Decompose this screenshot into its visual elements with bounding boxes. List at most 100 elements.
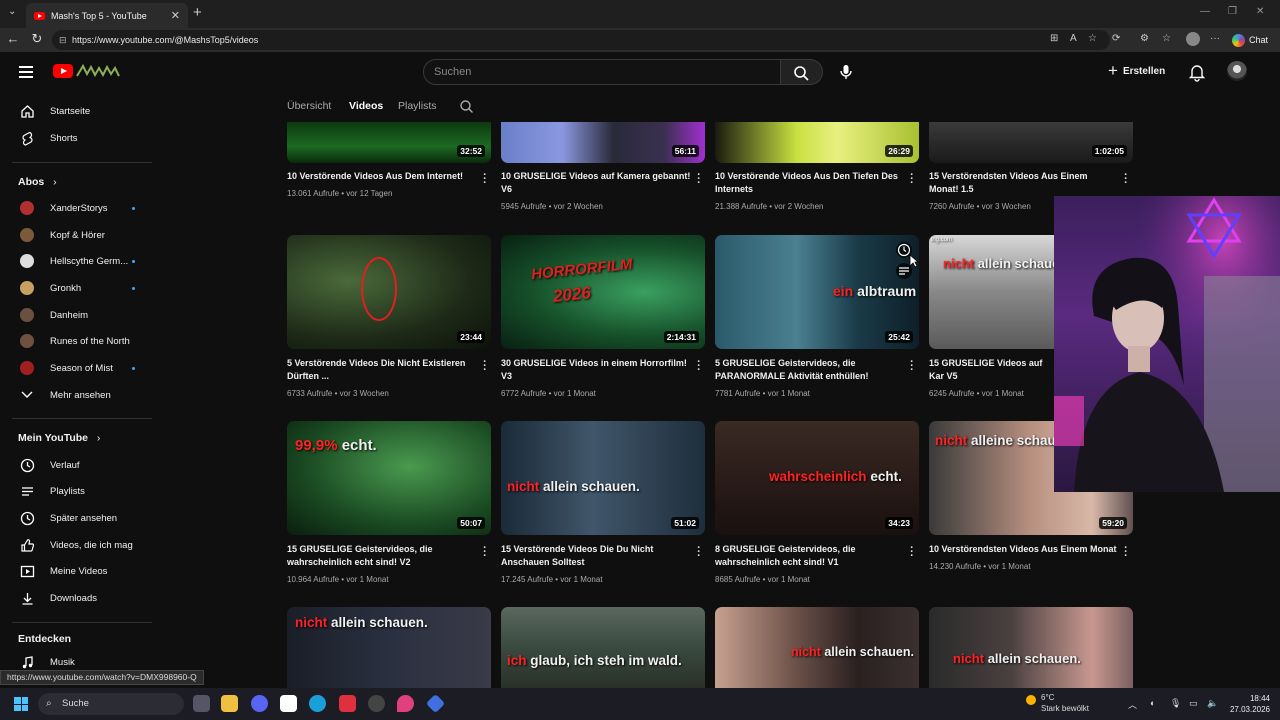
capcut-icon[interactable] — [280, 695, 297, 712]
video-thumbnail[interactable]: nicht allein schauen. 51:02 — [501, 421, 705, 535]
video-title[interactable]: 8 GRUSELIGE Geistervideos, die wahrschei… — [715, 543, 905, 569]
tab-overview[interactable]: Übersicht — [287, 100, 331, 112]
voice-search-button[interactable] — [833, 59, 859, 85]
video-title[interactable]: 15 GRUSELIGE Geistervideos, die wahrsche… — [287, 543, 477, 569]
taskbar-clock[interactable]: 18:44 27.03.2026 — [1226, 693, 1270, 715]
site-info-icon[interactable]: ⊟ — [59, 30, 67, 50]
tab-actions-chevron-icon[interactable]: ⌄ — [8, 6, 16, 17]
extensions-icon[interactable]: ⚙ — [1140, 33, 1149, 44]
tray-chevron-up-icon[interactable]: ︿ — [1128, 698, 1137, 711]
video-title[interactable]: 5 Verstörende Videos Die Nicht Existiere… — [287, 357, 477, 383]
reload-icon[interactable]: ↻ — [28, 31, 46, 47]
close-window-icon[interactable]: ✕ — [1256, 6, 1264, 17]
tray-app-icon[interactable]: ◐ — [1150, 698, 1155, 708]
video-thumbnail[interactable]: 23:44 — [287, 235, 491, 349]
search-button[interactable] — [781, 59, 823, 85]
video-title[interactable]: 10 Verstörendsten Videos Aus Einem Monat — [929, 543, 1119, 556]
sidebar-sub-hellscythe[interactable]: Hellscythe Germ... — [0, 248, 155, 274]
sidebar-sub-runes-of-the-north[interactable]: Runes of the North — [0, 328, 155, 354]
maximize-icon[interactable]: ❐ — [1228, 6, 1237, 17]
browser-tab-active[interactable]: Mash's Top 5 - YouTube ✕ — [26, 3, 188, 28]
new-tab-icon[interactable]: + — [193, 4, 202, 21]
search-input[interactable]: Suchen — [423, 59, 781, 85]
account-avatar[interactable] — [1227, 61, 1247, 81]
video-thumbnail[interactable]: ein albtraum 25:42 — [715, 235, 919, 349]
more-actions-icon[interactable]: · · · — [1121, 543, 1131, 562]
more-actions-icon[interactable]: · · · — [907, 543, 917, 562]
more-actions-icon[interactable]: · · · — [480, 543, 490, 562]
app-red-icon[interactable] — [339, 695, 356, 712]
sidebar-item-watch-later[interactable]: Später ansehen — [0, 505, 155, 531]
app-pin-icon[interactable] — [397, 695, 414, 712]
sidebar-sub-gronkh[interactable]: Gronkh — [0, 275, 155, 301]
video-title[interactable]: 15 Verstörendsten Videos Aus Einem Monat… — [929, 170, 1119, 196]
video-title[interactable]: 30 GRUSELIGE Videos in einem Horrorfilm!… — [501, 357, 691, 383]
video-thumbnail[interactable]: 1:02:05 — [929, 122, 1133, 163]
video-thumbnail[interactable]: nicht allein schauen. — [929, 607, 1133, 688]
refresh-ext-icon[interactable]: ⟳ — [1112, 33, 1120, 44]
app-available-icon[interactable]: ⊞ — [1050, 33, 1058, 44]
volume-icon[interactable]: 🔈 — [1207, 698, 1218, 709]
sidebar-sub-season-of-mist[interactable]: Season of Mist — [0, 355, 155, 381]
create-button[interactable]: + Erstellen — [1108, 61, 1165, 81]
video-title[interactable]: 10 Verstörende Videos Aus Den Tiefen Des… — [715, 170, 905, 196]
obs-icon[interactable] — [368, 695, 385, 712]
video-thumbnail[interactable]: 99,9% echt. 50:07 — [287, 421, 491, 535]
sidebar-item-history[interactable]: Verlauf — [0, 452, 155, 478]
sidebar-sub-xanderstorys[interactable]: XanderStorys — [0, 195, 155, 221]
more-actions-icon[interactable]: · · · — [694, 357, 704, 376]
menu-icon[interactable] — [19, 66, 33, 78]
more-actions-icon[interactable]: · · · — [694, 543, 704, 562]
tab-playlists[interactable]: Playlists — [398, 100, 437, 112]
sidebar-sub-danheim[interactable]: Danheim — [0, 302, 155, 328]
notifications-bell-icon[interactable] — [1188, 62, 1206, 82]
more-actions-icon[interactable]: · · · — [480, 170, 490, 189]
minimize-icon[interactable]: — — [1200, 6, 1210, 17]
subscriptions-heading[interactable]: Abos › — [18, 176, 57, 188]
sidebar-item-playlists[interactable]: Playlists — [0, 478, 155, 504]
sidebar-item-downloads[interactable]: Downloads — [0, 585, 155, 611]
task-view-icon[interactable] — [193, 695, 210, 712]
edge-browser-icon[interactable] — [309, 695, 326, 712]
video-thumbnail[interactable]: 56:11 — [501, 122, 705, 163]
copilot-chat-button[interactable]: Chat — [1232, 31, 1276, 49]
more-actions-icon[interactable]: · · · — [694, 170, 704, 189]
sidebar-item-liked-videos[interactable]: Videos, die ich mag — [0, 532, 155, 558]
video-thumbnail[interactable]: wahrscheinlich echt. 34:23 — [715, 421, 919, 535]
video-thumbnail[interactable]: 26:29 — [715, 122, 919, 163]
custom-logo[interactable] — [75, 62, 121, 80]
weather-widget[interactable]: 6°C Stark bewölkt — [1026, 692, 1089, 714]
read-aloud-icon[interactable]: A — [1070, 33, 1077, 44]
video-thumbnail[interactable]: ich glaub, ich steh im wald. — [501, 607, 705, 688]
sidebar-sub-kopf-hoerer[interactable]: Kopf & Hörer — [0, 222, 155, 248]
more-actions-icon[interactable]: · · · — [1121, 170, 1131, 189]
microphone-tray-icon[interactable]: 🎙 — [1170, 698, 1181, 709]
sidebar-show-more[interactable]: Mehr ansehen — [0, 382, 155, 408]
favorites-icon[interactable]: ☆ — [1162, 33, 1171, 44]
more-actions-icon[interactable]: · · · — [907, 357, 917, 376]
video-thumbnail[interactable]: HORRORFILM 2026 2:14:31 — [501, 235, 705, 349]
sidebar-item-my-videos[interactable]: Meine Videos — [0, 558, 155, 584]
more-actions-icon[interactable]: · · · — [907, 170, 917, 189]
video-thumbnail[interactable]: 32:52 — [287, 122, 491, 163]
you-heading[interactable]: Mein YouTube › — [18, 432, 100, 444]
more-actions-icon[interactable]: · · · — [480, 357, 490, 376]
video-title[interactable]: 5 GRUSELIGE Geistervideos, die PARANORMA… — [715, 357, 905, 383]
video-title[interactable]: 10 GRUSELIGE Videos auf Kamera gebannt! … — [501, 170, 691, 196]
back-icon[interactable]: ← — [4, 31, 22, 46]
profile-icon[interactable] — [1186, 32, 1200, 46]
file-explorer-icon[interactable] — [221, 695, 238, 712]
favorite-star-icon[interactable]: ☆ — [1088, 33, 1097, 44]
youtube-logo-icon[interactable] — [53, 64, 73, 78]
network-icon[interactable]: ▭ — [1189, 698, 1198, 709]
discord-icon[interactable] — [251, 695, 268, 712]
tab-videos[interactable]: Videos — [349, 100, 383, 112]
video-title[interactable]: 15 Verstörende Videos Die Du Nicht Ansch… — [501, 543, 691, 569]
video-thumbnail[interactable]: nicht allein schauen. — [715, 607, 919, 688]
windows-start-icon[interactable] — [14, 697, 28, 711]
url-field[interactable]: ⊟ https://www.youtube.com/@MashsTop5/vid… — [52, 30, 1110, 50]
video-thumbnail[interactable]: nicht allein schauen. — [287, 607, 491, 688]
close-tab-icon[interactable]: ✕ — [171, 9, 180, 22]
video-title[interactable]: 15 GRUSELIGE Videos auf Kar V5 — [929, 357, 1053, 383]
sidebar-item-shorts[interactable]: Shorts — [0, 125, 155, 151]
